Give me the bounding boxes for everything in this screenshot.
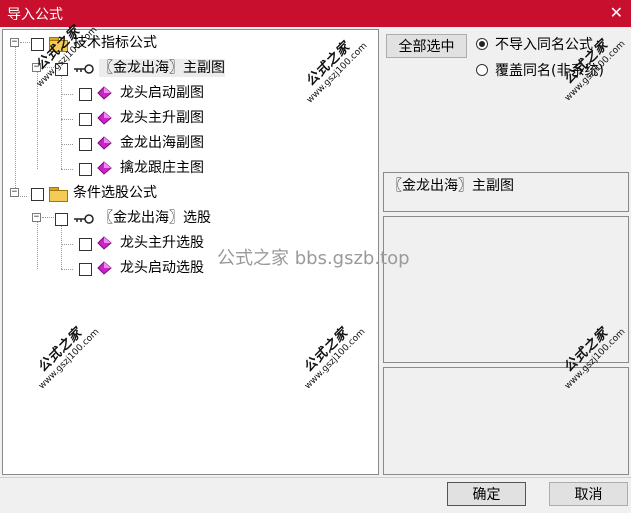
tree-node-label: 〖金龙出海〗主副图 [99, 59, 225, 77]
folder-icon [49, 37, 68, 52]
tree-checkbox[interactable] [79, 138, 92, 151]
formula-icon [97, 111, 112, 125]
tree-node-label: 〖金龙出海〗选股 [99, 210, 211, 226]
cancel-button[interactable]: 取消 [549, 482, 628, 506]
overwrite-same-name-label: 覆盖同名(非系统) [495, 63, 604, 79]
tree-checkbox[interactable] [79, 238, 92, 251]
tree-checkbox[interactable] [55, 63, 68, 76]
formula-tree[interactable]: − 技术指标公式 − 〖金龙出海〗主副图 龙头启动副图 龙头主升副图 金龙出海副… [2, 29, 379, 475]
tree-node-label: 金龙出海副图 [120, 135, 204, 151]
key-icon [74, 214, 94, 224]
title-bar: 导入公式 ✕ [0, 0, 631, 27]
tree-node-formula[interactable]: 擒龙跟庄主图 [3, 158, 373, 182]
tree-node-label: 龙头启动选股 [120, 260, 204, 276]
tree-node-label: 技术指标公式 [73, 35, 157, 51]
tree-node-formula[interactable]: 龙头启动选股 [3, 258, 373, 282]
tree-node-formula[interactable]: − 〖金龙出海〗选股 [3, 208, 373, 232]
formula-icon [97, 161, 112, 175]
collapse-icon[interactable]: − [32, 63, 41, 72]
tree-node-formula[interactable]: 龙头主升选股 [3, 233, 373, 257]
tree-checkbox[interactable] [55, 213, 68, 226]
tree-node-label: 龙头启动副图 [120, 85, 204, 101]
folder-icon [49, 187, 68, 202]
formula-description-box[interactable] [383, 216, 629, 363]
tree-node-label: 擒龙跟庄主图 [120, 160, 204, 176]
tree-checkbox[interactable] [31, 38, 44, 51]
footer-divider [0, 477, 631, 478]
tree-checkbox[interactable] [31, 188, 44, 201]
tree-checkbox[interactable] [79, 263, 92, 276]
close-icon[interactable]: ✕ [610, 3, 623, 22]
tree-node-formula[interactable]: 龙头主升副图 [3, 108, 373, 132]
window-title: 导入公式 [7, 7, 63, 23]
collapse-icon[interactable]: − [10, 38, 19, 47]
formula-detail-box[interactable] [383, 367, 629, 475]
skip-same-name-radio[interactable] [476, 38, 488, 50]
tree-checkbox[interactable] [79, 163, 92, 176]
tree-node-label: 龙头主升副图 [120, 110, 204, 126]
selected-formula-box: 〖金龙出海〗主副图 [383, 172, 629, 212]
tree-node-label: 条件选股公式 [73, 185, 157, 201]
formula-icon [97, 261, 112, 275]
overwrite-same-name-radio[interactable] [476, 64, 488, 76]
tree-checkbox[interactable] [79, 113, 92, 126]
formula-icon [97, 86, 112, 100]
tree-node-folder[interactable]: − 条件选股公式 [3, 183, 373, 207]
tree-node-formula[interactable]: − 〖金龙出海〗主副图 [3, 58, 373, 82]
selected-formula-name: 〖金龙出海〗主副图 [388, 178, 514, 194]
collapse-icon[interactable]: − [10, 188, 19, 197]
tree-node-label: 龙头主升选股 [120, 235, 204, 251]
skip-same-name-label: 不导入同名公式 [495, 37, 593, 53]
key-icon [74, 64, 94, 74]
tree-node-formula[interactable]: 龙头启动副图 [3, 83, 373, 107]
collapse-icon[interactable]: − [32, 213, 41, 222]
ok-button[interactable]: 确定 [447, 482, 526, 506]
tree-node-formula[interactable]: 金龙出海副图 [3, 133, 373, 157]
tree-checkbox[interactable] [79, 88, 92, 101]
formula-icon [97, 236, 112, 250]
tree-node-folder[interactable]: − 技术指标公式 [3, 33, 373, 57]
formula-icon [97, 136, 112, 150]
select-all-button[interactable]: 全部选中 [386, 34, 467, 58]
